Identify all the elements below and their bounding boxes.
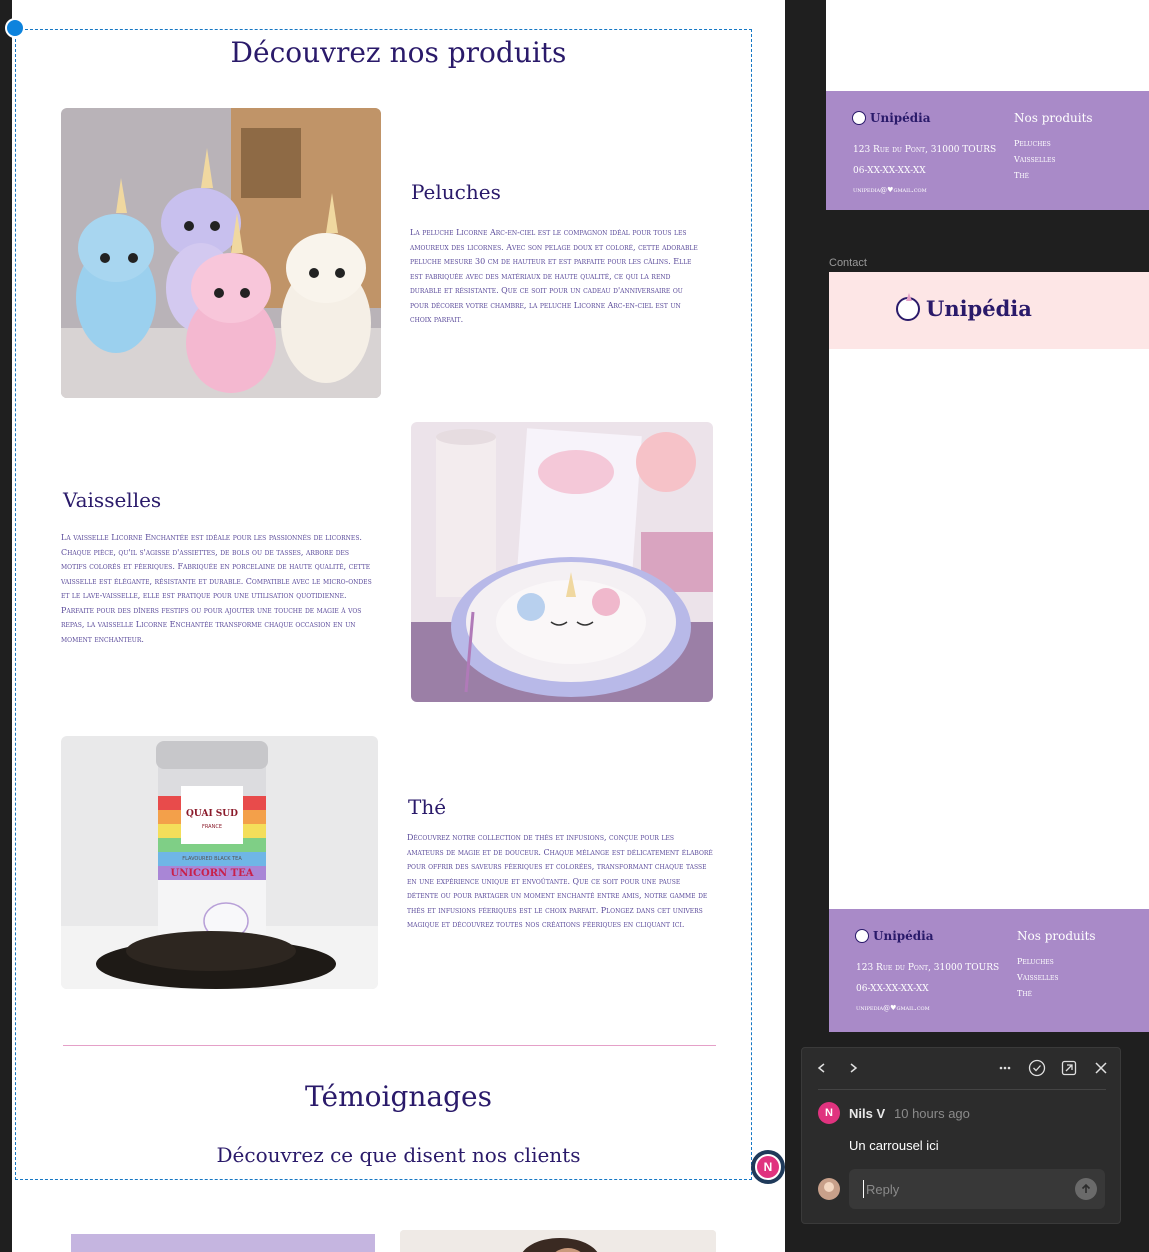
footer-link-peluches[interactable]: Peluches xyxy=(1014,139,1051,148)
footer-products-heading: Nos produits xyxy=(1017,929,1096,943)
footer-products-heading: Nos produits xyxy=(1014,111,1093,125)
comment-thread-panel: N Nils V 10 hours ago Un carrousel ici xyxy=(801,1047,1121,1224)
plush-product-name: Peluches xyxy=(411,180,501,204)
footer-link-vaisselles[interactable]: Vaisselles xyxy=(1017,973,1058,982)
footer-logo-text: Unipédia xyxy=(873,929,934,943)
comment-author: Nils V xyxy=(849,1106,886,1121)
footer-email: unipedia@♥gmail.com xyxy=(853,186,927,194)
more-horizontal-icon xyxy=(999,1066,1011,1070)
author-avatar: N xyxy=(818,1102,840,1124)
testimonial-portrait-icon xyxy=(400,1230,716,1252)
footer-link-the[interactable]: Thé xyxy=(1017,989,1032,998)
tableware-product-description: La vaisselle Licorne Enchantée est idéal… xyxy=(61,533,372,644)
products-section-title: Découvrez nos produits xyxy=(230,36,567,69)
home-footer[interactable]: Unipédia 123 Rue du Pont, 31000 TOURS 06… xyxy=(826,91,1149,210)
tin-flavour-text: FLAVOURED BLACK TEA xyxy=(182,856,242,862)
unicorn-plush-photo-icon xyxy=(61,108,381,398)
plush-product-description: La peluche Licorne Arc-en-ciel est le co… xyxy=(410,228,698,324)
contact-header: Unipédia xyxy=(829,272,1149,349)
unicorn-tableware-photo-icon xyxy=(411,422,713,702)
chevron-left-icon xyxy=(817,1063,825,1073)
resolve-comment-button[interactable] xyxy=(1027,1058,1047,1078)
contact-logo-text: Unipédia xyxy=(926,296,1032,321)
testimonials-subtitle: Découvrez ce que disent nos clients xyxy=(216,1143,581,1167)
tea-product-image[interactable]: QUAI SUD FRANCE FLAVOURED BLACK TEA UNIC… xyxy=(61,736,378,989)
home-frame-preview[interactable] xyxy=(826,0,1149,91)
unicorn-logo-icon xyxy=(896,292,920,321)
comment-pin[interactable]: N xyxy=(751,1150,785,1184)
footer-address: 123 Rue du Pont, 31000 TOURS xyxy=(856,963,1000,973)
next-comment-button[interactable] xyxy=(843,1058,863,1078)
unicorn-logo-icon xyxy=(852,111,866,125)
footer-logo: Unipédia xyxy=(852,111,931,125)
footer-link-the[interactable]: Thé xyxy=(1014,171,1029,180)
selection-handle[interactable] xyxy=(5,18,25,38)
tea-product-name: Thé xyxy=(408,795,447,819)
contact-logo: Unipédia xyxy=(896,292,1032,321)
footer-phone: 06-XX-XX-XX-XX xyxy=(853,166,926,176)
send-reply-button[interactable] xyxy=(1075,1178,1097,1200)
reply-input[interactable] xyxy=(863,1180,1063,1198)
comment-toolbar xyxy=(802,1048,1120,1088)
testimonial-card-1[interactable] xyxy=(71,1234,375,1252)
section-divider xyxy=(63,1045,716,1046)
contact-frame-label[interactable]: Contact xyxy=(829,257,867,269)
check-circle-icon xyxy=(1028,1059,1046,1077)
more-options-button[interactable] xyxy=(995,1058,1015,1078)
reply-box[interactable] xyxy=(849,1169,1105,1209)
comment-divider xyxy=(818,1089,1106,1090)
current-user-avatar xyxy=(818,1178,840,1200)
footer-link-peluches[interactable]: Peluches xyxy=(1017,957,1054,966)
unicorn-tea-tin-photo-icon: QUAI SUD FRANCE FLAVOURED BLACK TEA UNIC… xyxy=(61,736,378,989)
footer-logo-text: Unipédia xyxy=(870,111,931,125)
tableware-product-image[interactable] xyxy=(411,422,713,702)
footer-email: unipedia@♥gmail.com xyxy=(856,1004,930,1012)
testimonial-card-2[interactable] xyxy=(400,1230,716,1252)
chevron-right-icon xyxy=(850,1063,858,1073)
footer-link-vaisselles[interactable]: Vaisselles xyxy=(1014,155,1055,164)
contact-footer[interactable]: Unipédia 123 Rue du Pont, 31000 TOURS 06… xyxy=(829,909,1149,1032)
testimonials-title: Témoignages xyxy=(305,1080,492,1113)
close-comment-button[interactable] xyxy=(1091,1058,1111,1078)
contact-frame[interactable]: Unipédia xyxy=(829,272,1149,909)
tea-product-description: Découvrez notre collection de thés et in… xyxy=(407,833,713,929)
arrow-up-icon xyxy=(1081,1183,1091,1193)
footer-phone: 06-XX-XX-XX-XX xyxy=(856,984,929,994)
footer-address: 123 Rue du Pont, 31000 TOURS xyxy=(853,145,997,155)
pop-out-icon xyxy=(1061,1060,1077,1076)
comment-message: Un carrousel ici xyxy=(849,1138,939,1153)
comment-pin-avatar: N xyxy=(755,1154,781,1180)
tin-name-text: UNICORN TEA xyxy=(171,868,254,879)
plush-product-image[interactable] xyxy=(61,108,381,398)
pop-out-button[interactable] xyxy=(1059,1058,1079,1078)
close-icon xyxy=(1095,1062,1107,1074)
tin-sub-text: FRANCE xyxy=(202,824,222,830)
tableware-product-name: Vaisselles xyxy=(63,488,162,512)
footer-logo: Unipédia xyxy=(855,929,934,943)
comment-timestamp: 10 hours ago xyxy=(894,1106,970,1121)
tin-brand-text: QUAI SUD xyxy=(186,809,238,819)
previous-comment-button[interactable] xyxy=(812,1058,832,1078)
unicorn-logo-icon xyxy=(855,929,869,943)
